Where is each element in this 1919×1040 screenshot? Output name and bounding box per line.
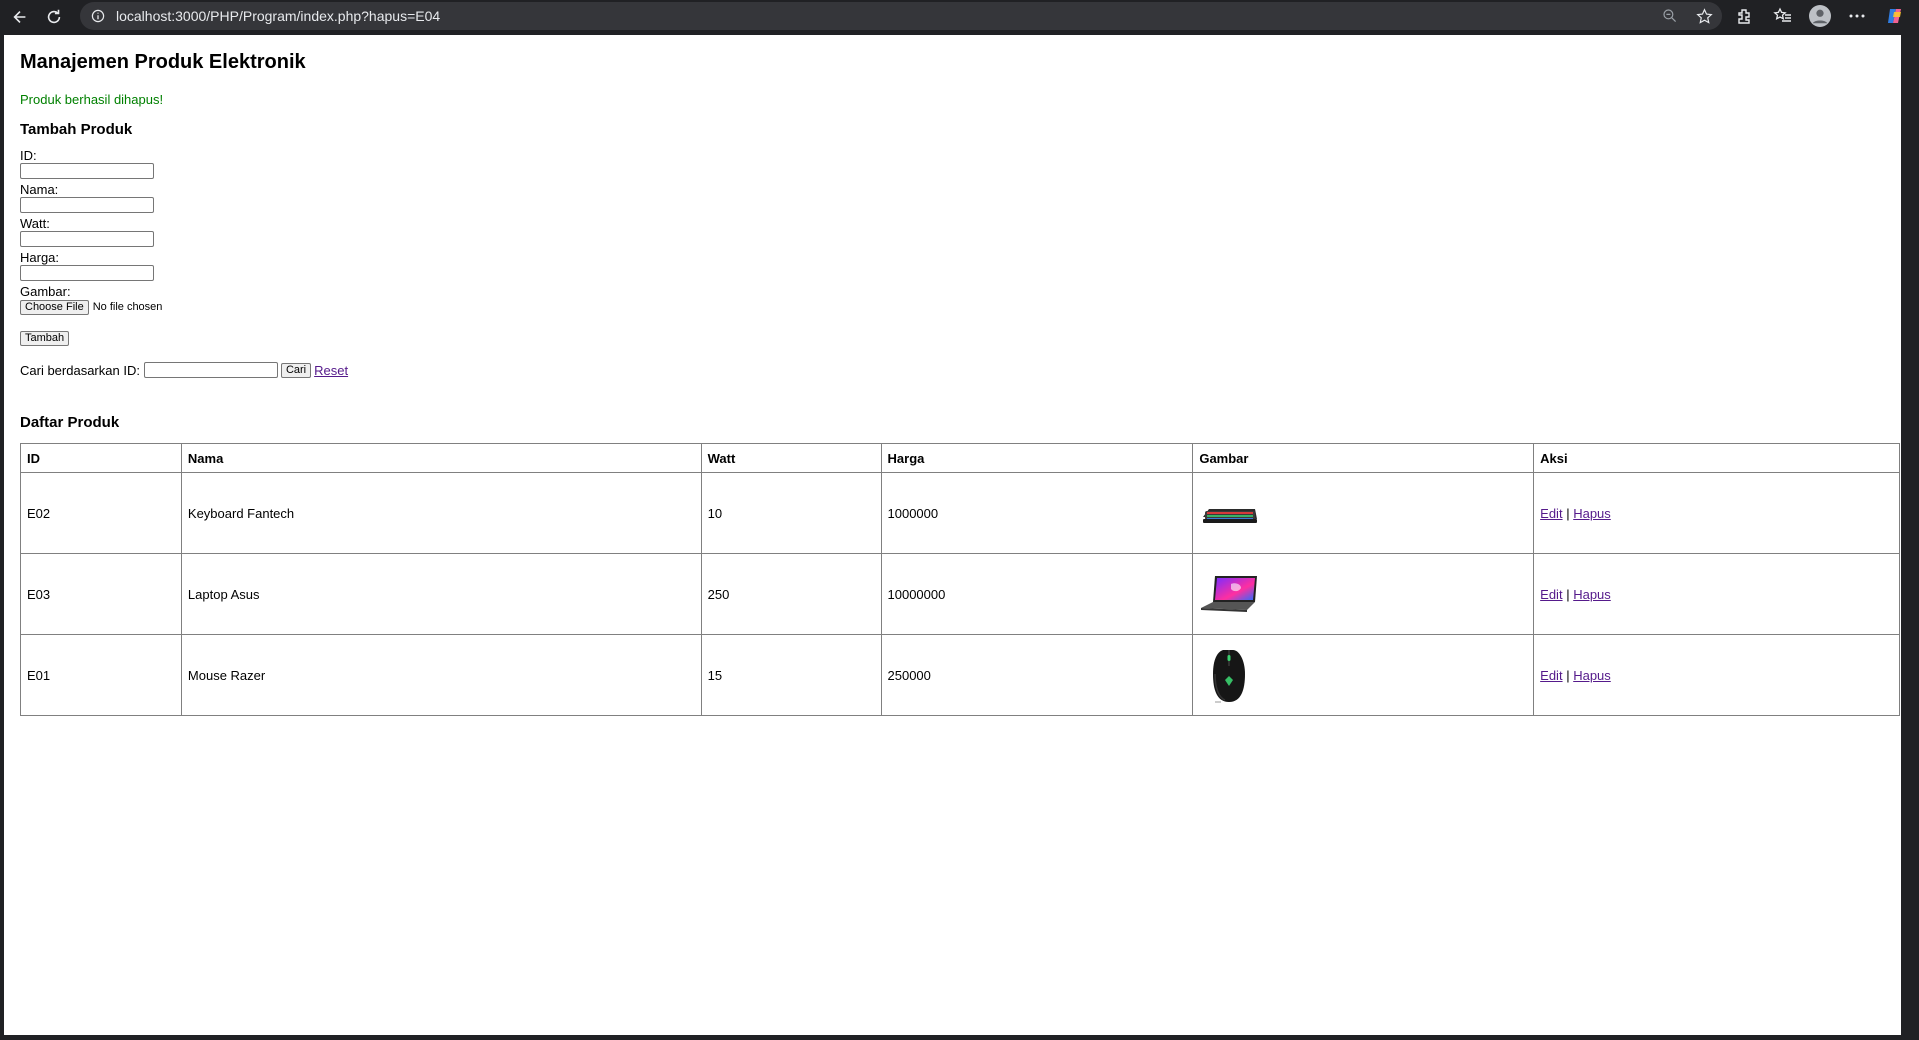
table-header-row: ID Nama Watt Harga Gambar Aksi <box>20 443 1900 473</box>
profile-avatar-icon[interactable] <box>1809 5 1831 27</box>
laptop-image <box>1201 576 1258 612</box>
cell-aksi: Edit | Hapus <box>1533 634 1900 716</box>
column-header-harga: Harga <box>880 443 1194 473</box>
edit-link[interactable]: Edit <box>1540 587 1562 602</box>
back-icon[interactable] <box>6 3 34 31</box>
cell-harga: 250000 <box>880 634 1194 716</box>
cell-nama: Mouse Razer <box>180 634 702 716</box>
copilot-icon[interactable] <box>1883 4 1907 28</box>
edit-link[interactable]: Edit <box>1540 668 1562 683</box>
hapus-link[interactable]: Hapus <box>1573 506 1611 521</box>
cell-gambar <box>1192 472 1535 554</box>
hapus-link[interactable]: Hapus <box>1573 668 1611 683</box>
table-row: E01 Mouse Razer 15 250000 Edit | Hapus <box>20 634 1900 716</box>
tambah-button[interactable]: Tambah <box>20 331 70 346</box>
extensions-icon[interactable] <box>1733 4 1757 28</box>
page-title: Manajemen Produk Elektronik <box>20 51 306 73</box>
action-separator: | <box>1566 667 1570 683</box>
zoom-out-icon[interactable] <box>1660 6 1680 26</box>
action-separator: | <box>1566 505 1570 521</box>
table-row: E03 Laptop Asus 250 10000000 Edit | Hapu… <box>20 553 1900 635</box>
watt-input[interactable] <box>20 231 154 247</box>
column-header-aksi: Aksi <box>1533 443 1900 473</box>
reset-link[interactable]: Reset <box>314 363 348 378</box>
cell-nama: Keyboard Fantech <box>180 472 702 554</box>
add-product-heading: Tambah Produk <box>20 121 133 138</box>
watt-label: Watt: <box>20 216 50 231</box>
id-input[interactable] <box>20 163 154 179</box>
cell-watt: 250 <box>700 553 882 635</box>
product-table: ID Nama Watt Harga Gambar Aksi E02 Keybo… <box>20 443 1900 716</box>
cell-gambar <box>1192 634 1535 716</box>
site-info-icon[interactable] <box>88 6 108 26</box>
column-header-nama: Nama <box>180 443 702 473</box>
action-separator: | <box>1566 586 1570 602</box>
nama-input[interactable] <box>20 197 154 213</box>
search-label: Cari berdasarkan ID: <box>20 362 140 378</box>
cell-watt: 15 <box>700 634 882 716</box>
cari-button[interactable]: Cari <box>280 362 312 378</box>
page-content: Manajemen Produk Elektronik Produk berha… <box>4 35 1901 1035</box>
cell-id: E02 <box>20 472 182 554</box>
product-list-heading: Daftar Produk <box>20 414 120 431</box>
hapus-link[interactable]: Hapus <box>1573 587 1611 602</box>
harga-input[interactable] <box>20 265 154 281</box>
browser-toolbar: localhost:3000/PHP/Program/index.php?hap… <box>0 0 1919 34</box>
cell-gambar <box>1192 553 1535 635</box>
add-product-form: ID: Nama: Watt: Harga: Gambar: Choose Fi… <box>20 148 1885 346</box>
nama-label: Nama: <box>20 182 59 197</box>
table-row: E02 Keyboard Fantech 10 1000000 Edit | H… <box>20 472 1900 554</box>
gambar-label: Gambar: <box>20 284 71 299</box>
cell-aksi: Edit | Hapus <box>1533 553 1900 635</box>
column-header-id: ID <box>20 443 182 473</box>
more-options-icon[interactable] <box>1845 4 1869 28</box>
file-status: No file chosen <box>92 301 163 313</box>
cell-watt: 10 <box>700 472 882 554</box>
cell-harga: 10000000 <box>880 553 1194 635</box>
address-url[interactable]: localhost:3000/PHP/Program/index.php?hap… <box>116 8 440 24</box>
favorite-star-icon[interactable] <box>1694 6 1714 26</box>
favorites-icon[interactable] <box>1771 4 1795 28</box>
id-label: ID: <box>20 148 37 163</box>
column-header-gambar: Gambar <box>1192 443 1535 473</box>
cell-id: E01 <box>20 634 182 716</box>
mouse-image <box>1213 650 1246 703</box>
gambar-file-input: Choose File No file chosen <box>20 299 1885 315</box>
cell-nama: Laptop Asus <box>180 553 702 635</box>
search-input[interactable] <box>143 362 278 378</box>
search-form: Cari berdasarkan ID: Cari Reset <box>20 362 1885 378</box>
reload-icon[interactable] <box>40 3 68 31</box>
cell-harga: 1000000 <box>880 472 1194 554</box>
keyboard-image <box>1203 509 1258 523</box>
column-header-watt: Watt <box>700 443 882 473</box>
cell-aksi: Edit | Hapus <box>1533 472 1900 554</box>
edit-link[interactable]: Edit <box>1540 506 1562 521</box>
success-message: Produk berhasil dihapus! <box>20 92 164 107</box>
harga-label: Harga: <box>20 250 60 265</box>
choose-file-button[interactable]: Choose File <box>20 299 89 315</box>
cell-id: E03 <box>20 553 182 635</box>
address-bar[interactable]: localhost:3000/PHP/Program/index.php?hap… <box>80 2 1722 30</box>
